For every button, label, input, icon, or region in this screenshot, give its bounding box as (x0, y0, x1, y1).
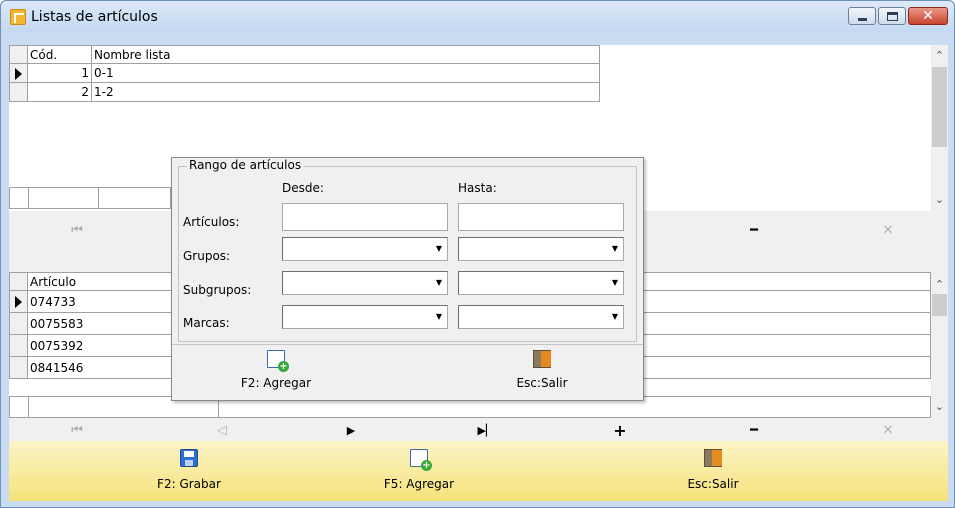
articles-navigator: ⏮ ◁ ▶ ▶▏ + ━ ✕ (9, 420, 948, 442)
footer-cell (28, 188, 29, 208)
window-controls: ✕ (846, 7, 948, 25)
chevron-down-icon[interactable]: ▼ (607, 238, 623, 260)
subgroups-label: Subgrupos: (183, 283, 252, 297)
subgroups-to-select[interactable]: ▼ (458, 271, 624, 295)
chevron-down-icon[interactable]: ▼ (431, 306, 447, 328)
first-icon[interactable]: ⏮ (62, 420, 92, 442)
brands-label: Marcas: (183, 316, 230, 330)
scroll-down-icon[interactable]: ⌄ (931, 191, 948, 208)
maximize-button[interactable] (878, 7, 906, 25)
add-icon (410, 449, 432, 471)
scroll-up-icon[interactable]: ⌃ (931, 47, 948, 64)
add-button-label: F5: Agregar (383, 477, 455, 491)
column-header-name[interactable]: Nombre lista (91, 45, 600, 64)
row-indicator (9, 290, 28, 313)
table-row[interactable]: 1 0-1 (9, 63, 600, 83)
row-indicator (9, 334, 28, 357)
brands-from-select[interactable]: ▼ (282, 305, 448, 329)
next-icon[interactable]: ▶ (336, 420, 366, 442)
main-window: Listas de artículos ✕ Cód. Nombre lista … (0, 0, 955, 508)
cell-code[interactable]: 1 (27, 63, 92, 83)
window-title: Listas de artículos (31, 9, 158, 25)
scroll-thumb[interactable] (932, 294, 947, 316)
scroll-down-icon[interactable]: ⌄ (931, 398, 948, 415)
scroll-thumb[interactable] (932, 67, 947, 147)
range-popup: Rango de artículos Desde: Hasta: Artícul… (171, 157, 644, 401)
row-indicator (9, 63, 28, 83)
articles-vertical-scrollbar[interactable]: ⌃ ⌄ (931, 272, 948, 418)
save-icon (180, 449, 198, 467)
exit-button[interactable]: Esc:Salir (653, 441, 773, 501)
footer-cell (98, 188, 99, 208)
from-label: Desde: (282, 181, 324, 195)
cell-name[interactable]: 0-1 (91, 63, 600, 83)
chevron-down-icon[interactable]: ▼ (431, 272, 447, 294)
row-indicator (9, 312, 28, 335)
subgroups-from-select[interactable]: ▼ (282, 271, 448, 295)
minimize-button[interactable] (848, 7, 876, 25)
table-row[interactable]: 2 1-2 (9, 82, 600, 102)
range-legend: Rango de artículos (187, 158, 304, 172)
cell-code[interactable]: 2 (27, 82, 92, 102)
app-icon (10, 9, 26, 25)
articles-to-input[interactable] (458, 203, 624, 231)
lists-footer-row (9, 187, 171, 209)
to-label: Hasta: (458, 181, 497, 195)
articles-label: Artículos: (183, 215, 240, 229)
exit-icon (704, 449, 722, 467)
save-button[interactable]: F2: Grabar (129, 441, 249, 501)
add-icon (267, 350, 289, 372)
popup-exit-label: Esc:Salir (516, 376, 568, 390)
bottom-toolbar: F2: Grabar F5: Agregar Esc:Salir (9, 441, 948, 501)
range-groupbox: Rango de artículos Desde: Hasta: Artícul… (178, 158, 637, 342)
last-icon[interactable]: ▶▏ (471, 420, 501, 442)
groups-to-select[interactable]: ▼ (458, 237, 624, 261)
add-button[interactable]: F5: Agregar (359, 441, 479, 501)
current-row-icon (15, 296, 22, 308)
lists-header-row: Cód. Nombre lista (9, 45, 600, 64)
footer-cell (28, 397, 29, 417)
delete-icon[interactable]: ━ (739, 220, 769, 242)
exit-icon (533, 350, 551, 368)
scroll-up-icon[interactable]: ⌃ (931, 276, 948, 293)
cancel-icon[interactable]: ✕ (873, 420, 903, 442)
row-indicator (9, 82, 28, 102)
cell-name[interactable]: 1-2 (91, 82, 600, 102)
exit-button-label: Esc:Salir (687, 477, 739, 491)
title-bar[interactable]: Listas de artículos ✕ (1, 1, 954, 33)
chevron-down-icon[interactable]: ▼ (607, 306, 623, 328)
close-button[interactable]: ✕ (908, 7, 948, 25)
first-icon[interactable]: ⏮ (62, 220, 92, 242)
current-row-icon (15, 67, 22, 80)
lists-vertical-scrollbar[interactable]: ⌃ ⌄ (931, 45, 948, 211)
articles-from-input[interactable] (282, 203, 448, 231)
delete-icon[interactable]: ━ (739, 420, 769, 442)
close-icon: ✕ (922, 8, 934, 24)
maximize-icon (887, 12, 898, 21)
row-indicator (9, 356, 28, 379)
popup-divider (172, 344, 643, 345)
brands-to-select[interactable]: ▼ (458, 305, 624, 329)
column-header-code[interactable]: Cód. (27, 45, 92, 64)
popup-add-button[interactable]: F2: Agregar (216, 346, 336, 400)
lists-table: Cód. Nombre lista 1 0-1 2 1-2 (9, 45, 600, 102)
indicator-header (9, 272, 28, 291)
groups-label: Grupos: (183, 249, 231, 263)
groups-from-select[interactable]: ▼ (282, 237, 448, 261)
cancel-icon[interactable]: ✕ (873, 220, 903, 242)
prior-icon[interactable]: ◁ (207, 420, 237, 442)
indicator-header (9, 45, 28, 64)
popup-add-label: F2: Agregar (240, 376, 312, 390)
popup-exit-button[interactable]: Esc:Salir (482, 346, 602, 400)
insert-icon[interactable]: + (605, 420, 635, 442)
save-button-label: F2: Grabar (157, 477, 221, 491)
chevron-down-icon[interactable]: ▼ (431, 238, 447, 260)
chevron-down-icon[interactable]: ▼ (607, 272, 623, 294)
minimize-icon (858, 18, 867, 21)
